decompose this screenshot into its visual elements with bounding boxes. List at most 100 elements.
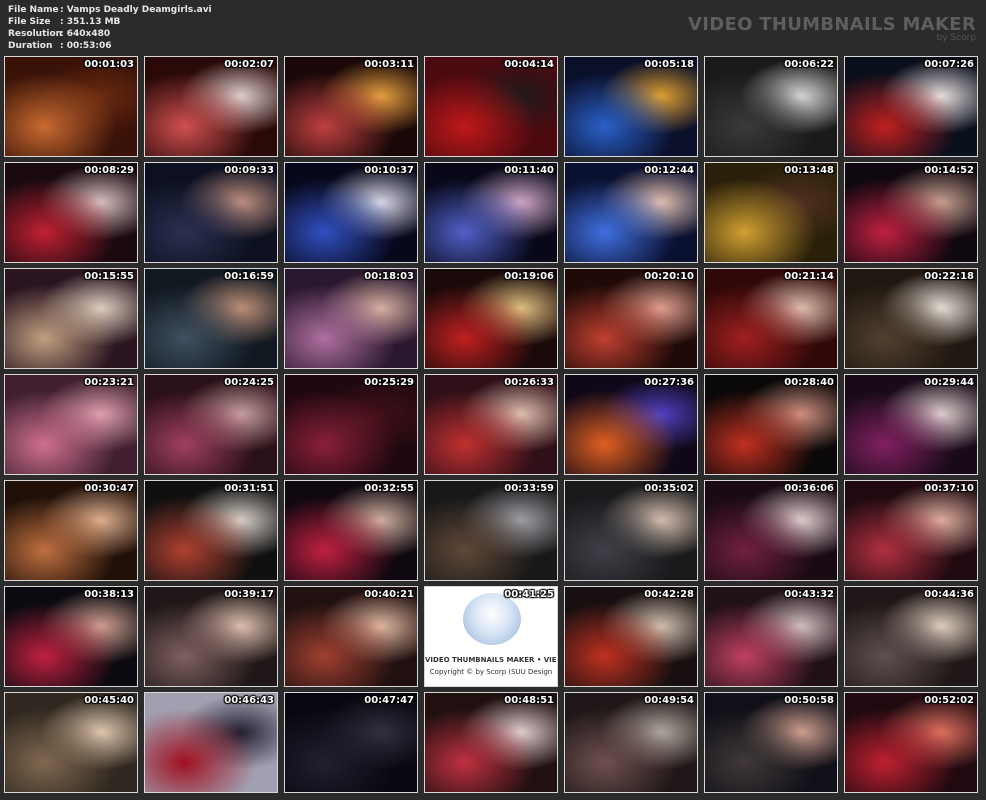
timestamp: 00:44:36	[924, 589, 974, 600]
timestamp: 00:52:02	[924, 695, 974, 706]
thumbnail[interactable]: 00:10:37	[284, 162, 418, 263]
timestamp: 00:40:21	[364, 589, 414, 600]
timestamp: 00:15:55	[84, 271, 134, 282]
file-name-row: File Name: Vamps Deadly Deamgirls.avi	[8, 4, 212, 16]
thumbnail[interactable]: 00:05:18	[564, 56, 698, 157]
thumbnail[interactable]: 00:43:32	[704, 586, 838, 687]
thumbnail[interactable]: 00:07:26	[844, 56, 978, 157]
thumbnail[interactable]: 00:01:03	[4, 56, 138, 157]
thumbnail-image	[145, 57, 277, 156]
timestamp: 00:29:44	[924, 377, 974, 388]
timestamp: 00:18:03	[364, 271, 414, 282]
header: File Name: Vamps Deadly Deamgirls.avi Fi…	[0, 0, 986, 56]
thumbnail[interactable]: 00:20:10	[564, 268, 698, 369]
thumbnail-image	[845, 57, 977, 156]
resolution-label: Resolution	[8, 29, 63, 39]
thumbnail[interactable]: 00:48:51	[424, 692, 558, 793]
timestamp: 00:35:02	[644, 483, 694, 494]
timestamp: 00:05:18	[644, 59, 694, 70]
thumbnail[interactable]: 00:16:59	[144, 268, 278, 369]
thumbnail[interactable]: 00:03:11	[284, 56, 418, 157]
thumbnail[interactable]: 00:15:55	[4, 268, 138, 369]
thumbnail[interactable]: 00:26:33	[424, 374, 558, 475]
thumbnail-image	[285, 481, 417, 580]
timestamp: 00:24:25	[224, 377, 274, 388]
file-name-value: : Vamps Deadly Deamgirls.avi	[60, 5, 212, 15]
timestamp: 00:36:06	[784, 483, 834, 494]
thumbnail[interactable]: 00:39:17	[144, 586, 278, 687]
timestamp: 00:10:37	[364, 165, 414, 176]
timestamp: 00:19:06	[504, 271, 554, 282]
thumbnail[interactable]: 00:29:44	[844, 374, 978, 475]
thumbnail[interactable]: 00:18:03	[284, 268, 418, 369]
resolution-row: Resolution: 640x480	[8, 28, 212, 40]
file-size-value: : 351.13 MB	[60, 17, 121, 27]
thumbnail[interactable]: 00:25:29	[284, 374, 418, 475]
thumbnail-image	[425, 163, 557, 262]
timestamp: 00:06:22	[784, 59, 834, 70]
thumbnail[interactable]: 00:47:47	[284, 692, 418, 793]
thumbnail-image	[145, 269, 277, 368]
thumbnail-image	[845, 481, 977, 580]
thumbnail-image	[565, 587, 697, 686]
thumbnail[interactable]: 00:23:21	[4, 374, 138, 475]
thumbnail[interactable]: 00:06:22	[704, 56, 838, 157]
thumbnail[interactable]: 00:44:36	[844, 586, 978, 687]
thumbnail[interactable]: 00:37:10	[844, 480, 978, 581]
timestamp: 00:11:40	[504, 165, 554, 176]
file-size-label: File Size	[8, 17, 51, 27]
timestamp: 00:37:10	[924, 483, 974, 494]
thumbnail[interactable]: 00:11:40	[424, 162, 558, 263]
timestamp: 00:07:26	[924, 59, 974, 70]
thumbnail[interactable]: 00:50:58	[704, 692, 838, 793]
thumbnail[interactable]: 00:14:52	[844, 162, 978, 263]
thumbnail-image	[705, 587, 837, 686]
thumbnail-image	[145, 481, 277, 580]
thumbnail[interactable]: 00:35:02	[564, 480, 698, 581]
file-name-label: File Name	[8, 5, 59, 15]
thumbnail[interactable]: 00:08:29	[4, 162, 138, 263]
thumbnail[interactable]: 00:21:14	[704, 268, 838, 369]
thumbnail-image	[145, 587, 277, 686]
thumbnail[interactable]: 00:22:18	[844, 268, 978, 369]
thumbnail[interactable]: 00:04:14	[424, 56, 558, 157]
thumbnail[interactable]: 00:52:02	[844, 692, 978, 793]
thumbnail[interactable]: 00:09:33	[144, 162, 278, 263]
thumbnail-image	[5, 57, 137, 156]
timestamp: 00:16:59	[224, 271, 274, 282]
thumbnail-image	[845, 269, 977, 368]
thumbnail[interactable]: 00:40:21	[284, 586, 418, 687]
thumbnail[interactable]: 00:27:36	[564, 374, 698, 475]
thumbnail[interactable]: 00:46:43	[144, 692, 278, 793]
thumbnail-image	[705, 375, 837, 474]
thumbnail[interactable]: 00:42:28	[564, 586, 698, 687]
thumbnail[interactable]: 00:33:59	[424, 480, 558, 581]
thumbnail-image	[5, 693, 137, 792]
thumbnail[interactable]: 00:30:47	[4, 480, 138, 581]
thumbnail[interactable]: 00:13:48	[704, 162, 838, 263]
thumbnail[interactable]: 00:32:55	[284, 480, 418, 581]
timestamp: 00:08:29	[84, 165, 134, 176]
thumbnail[interactable]: 00:24:25	[144, 374, 278, 475]
thumbnail-image	[145, 163, 277, 262]
duration-label: Duration	[8, 41, 53, 51]
thumbnail[interactable]: 00:31:51	[144, 480, 278, 581]
thumbnail-image	[565, 693, 697, 792]
thumbnail-image	[705, 481, 837, 580]
thumbnail-image	[565, 57, 697, 156]
thumbnail-image	[425, 57, 557, 156]
timestamp: 00:48:51	[504, 695, 554, 706]
thumbnail[interactable]: 00:02:07	[144, 56, 278, 157]
thumbnail[interactable]: 00:12:44	[564, 162, 698, 263]
thumbnail[interactable]: 00:28:40	[704, 374, 838, 475]
thumbnail[interactable]: VIDEO THUMBNAILS MAKER • VIEW Copyright ©…	[424, 586, 558, 687]
thumbnail[interactable]: 00:49:54	[564, 692, 698, 793]
thumbnail[interactable]: 00:38:13	[4, 586, 138, 687]
thumbnail[interactable]: 00:36:06	[704, 480, 838, 581]
timestamp: 00:21:14	[784, 271, 834, 282]
thumbnail[interactable]: 00:19:06	[424, 268, 558, 369]
timestamp: 00:32:55	[364, 483, 414, 494]
thumbnail[interactable]: 00:45:40	[4, 692, 138, 793]
timestamp: 00:30:47	[84, 483, 134, 494]
timestamp: 00:47:47	[364, 695, 414, 706]
